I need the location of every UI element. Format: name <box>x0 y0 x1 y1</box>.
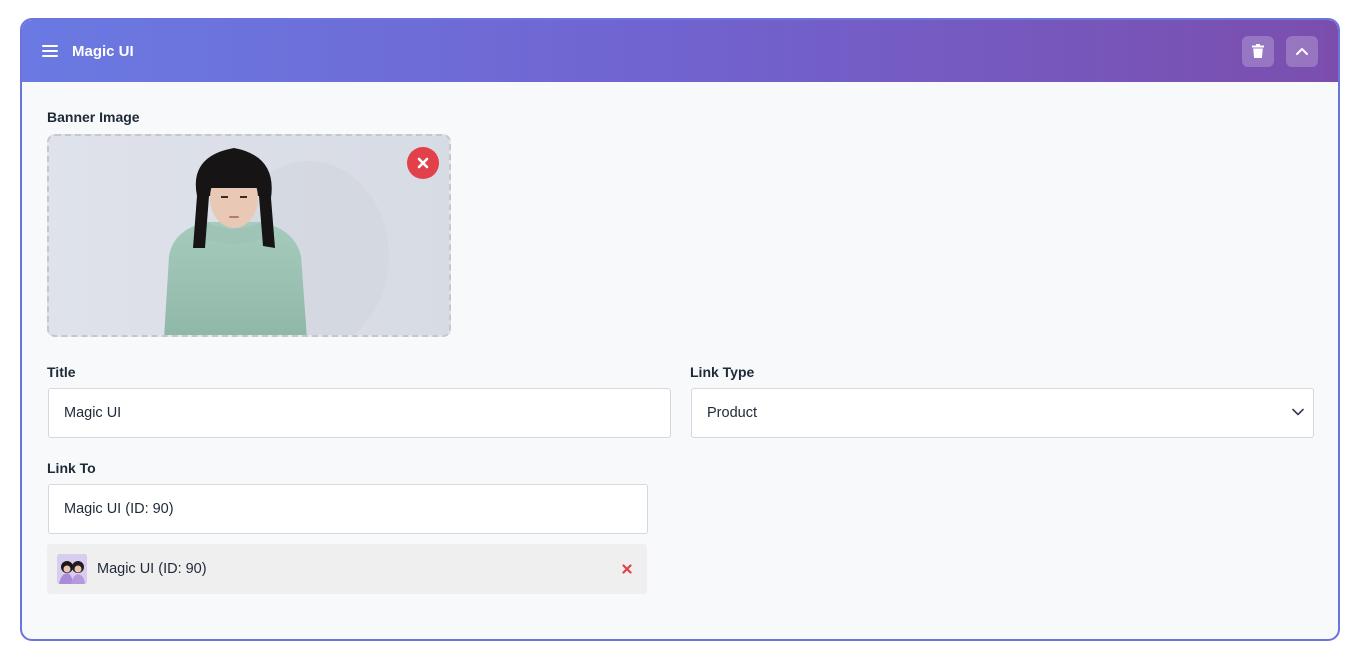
link-type-select[interactable]: Product <box>691 388 1314 438</box>
title-label: Title <box>47 364 76 380</box>
banner-image-label: Banner Image <box>47 109 140 125</box>
delete-button[interactable] <box>1242 35 1274 67</box>
link-type-label: Link Type <box>690 364 755 380</box>
remove-selected-button[interactable] <box>617 559 637 579</box>
close-icon <box>417 157 429 169</box>
link-type-value: Product <box>707 405 757 421</box>
banner-image-dropzone[interactable] <box>47 134 451 337</box>
product-image <box>57 554 87 584</box>
drag-handle-icon[interactable] <box>42 45 58 57</box>
header-actions <box>1242 35 1318 67</box>
selected-product-label: Magic UI (ID: 90) <box>97 561 207 577</box>
collapse-button[interactable] <box>1286 35 1318 67</box>
header-title: Magic UI <box>72 42 134 60</box>
remove-image-button[interactable] <box>407 147 439 179</box>
close-icon <box>622 564 632 574</box>
chevron-up-icon <box>1296 48 1308 55</box>
header-left: Magic UI <box>42 43 134 60</box>
selected-product-item: Magic UI (ID: 90) <box>47 544 647 594</box>
card-header: Magic UI <box>22 20 1338 82</box>
title-input-wrapper <box>48 388 671 438</box>
trash-icon <box>1252 44 1264 58</box>
banner-image <box>49 136 449 335</box>
link-to-input[interactable] <box>64 501 632 517</box>
product-thumbnail <box>57 554 87 584</box>
link-to-label: Link To <box>47 460 96 476</box>
title-input[interactable] <box>64 405 655 421</box>
block-card: Magic UI Banner Image Title Magic UI Lin… <box>20 18 1340 641</box>
chevron-down-icon <box>1292 408 1304 416</box>
link-to-input-wrapper <box>48 484 648 534</box>
